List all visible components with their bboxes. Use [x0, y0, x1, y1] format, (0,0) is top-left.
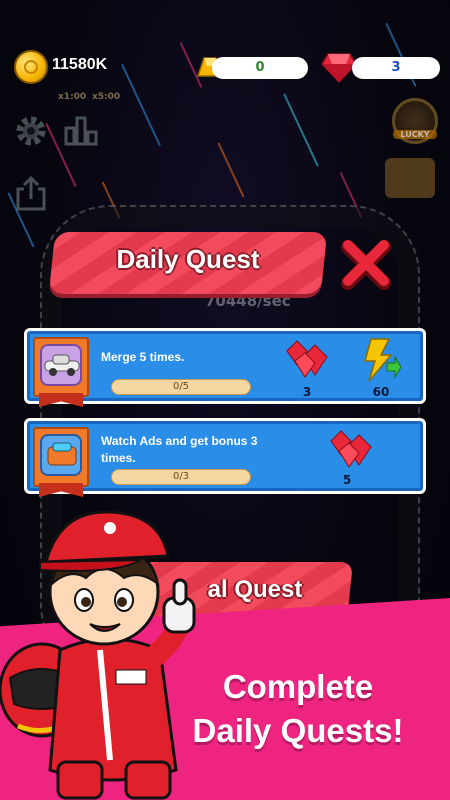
gold-balance: 0: [212, 57, 308, 79]
quest-card-watch-ads[interactable]: Watch Ads and get bonus 3 times. 0/3 5: [24, 418, 426, 497]
ruby-reward-icon: [286, 340, 328, 378]
quest-thumb: [33, 337, 89, 397]
lucky-label: LUCKY: [393, 130, 437, 139]
quest-thumb: [33, 427, 89, 487]
coin-balance: 11580K: [52, 56, 108, 73]
quest-card-merge[interactable]: Merge 5 times. 0/5 3 60: [24, 328, 426, 407]
quest-text: Watch Ads and get bonus 3 times.: [101, 434, 258, 465]
ruby-reward-amount: 3: [302, 385, 312, 399]
lightning-boost-icon: [364, 338, 401, 382]
calendar-reward-icon[interactable]: [385, 158, 435, 198]
boost-reward-amount: 60: [372, 385, 390, 399]
racer-mascot: [0, 510, 196, 800]
tv-car-icon: [47, 442, 77, 466]
close-icon[interactable]: [338, 238, 394, 292]
car-icon: [44, 354, 80, 376]
boost-timer-left: x1:00: [58, 92, 87, 102]
ruby-reward-amount: 5: [342, 473, 352, 487]
dialog-title: Daily Quest: [116, 244, 260, 274]
share-icon[interactable]: [14, 175, 48, 211]
quest-text: Merge 5 times.: [101, 350, 185, 364]
quest-progress-bar: 0/3: [111, 469, 251, 485]
boost-timer-right: x5:00: [92, 92, 121, 102]
quest-progress-bar: 0/5: [111, 379, 251, 395]
settings-gear-icon[interactable]: [12, 112, 50, 150]
income-rate: 70448/sec: [205, 292, 291, 310]
coin-icon: [14, 50, 48, 84]
ruby-reward-icon: [330, 430, 372, 468]
ruby-balance: 3: [352, 57, 440, 79]
leaderboard-icon[interactable]: [64, 116, 98, 146]
